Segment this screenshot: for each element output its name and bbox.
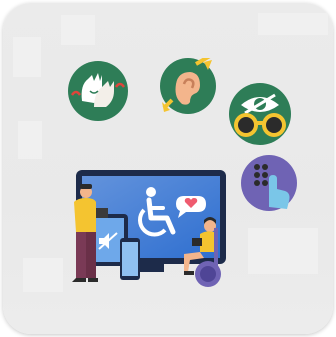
braille-touch-icon bbox=[241, 155, 297, 211]
heart-message-icon bbox=[181, 198, 182, 199]
muted-speaker-icon bbox=[97, 231, 119, 251]
hearing-icon bbox=[160, 58, 216, 114]
low-vision-icon bbox=[229, 83, 291, 145]
illustration-card bbox=[3, 3, 333, 334]
wheelchair-icon bbox=[133, 186, 179, 240]
sign-language-icon bbox=[68, 61, 128, 121]
